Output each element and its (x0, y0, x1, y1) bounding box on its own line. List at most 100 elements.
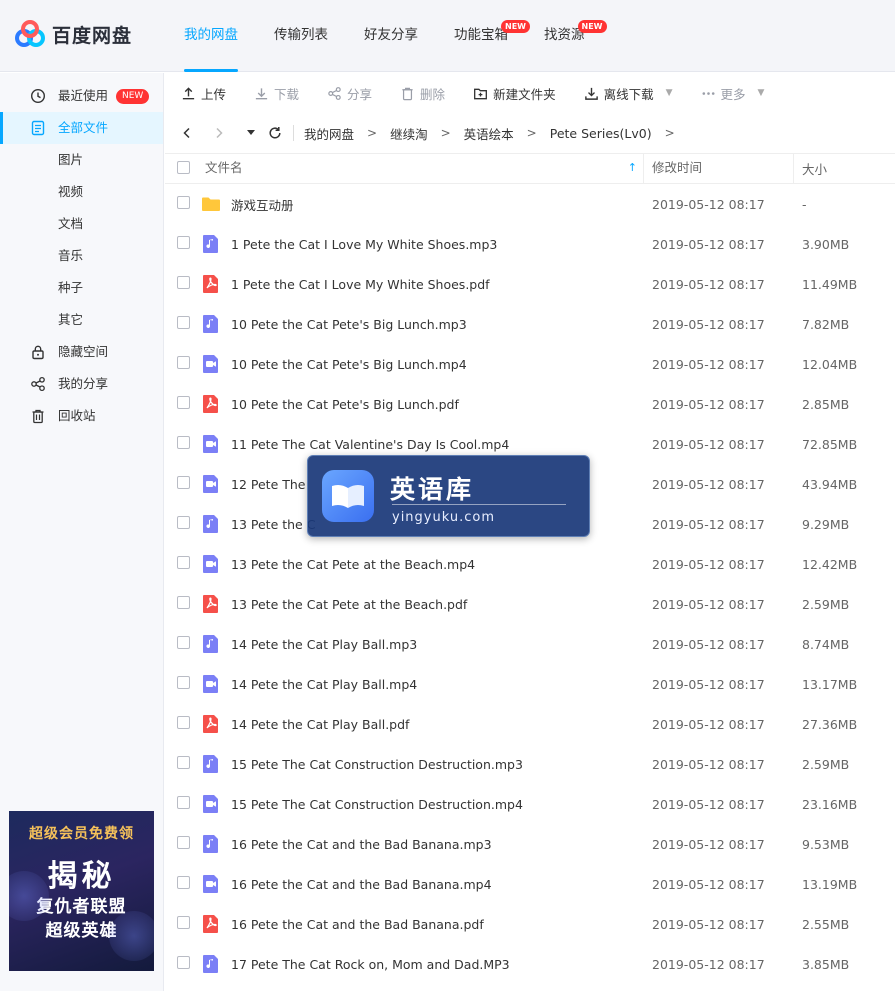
file-name[interactable]: 13 Pete the Cat Pete at the Beach.mp4 (231, 557, 475, 572)
file-name-cell[interactable]: 17 Pete The Cat Rock on, Mom and Dad.MP3 (201, 954, 644, 974)
file-name[interactable]: 11 Pete The Cat Valentine's Day Is Cool.… (231, 437, 509, 452)
file-name[interactable]: 14 Pete the Cat Play Ball.mp3 (231, 637, 417, 652)
sidebar-item-my-share[interactable]: 我的分享 (0, 368, 163, 400)
sidebar-item-videos[interactable]: 视频 (0, 176, 163, 208)
file-row[interactable]: 13 Pete the Cat Pete at the Beach.pdf 201… (165, 584, 895, 624)
sidebar-item-all-files[interactable]: 全部文件 (0, 112, 163, 144)
file-name-cell[interactable]: 16 Pete the Cat and the Bad Banana.mp3 (201, 834, 644, 854)
file-name[interactable]: 16 Pete the Cat and the Bad Banana.mp3 (231, 837, 492, 852)
row-checkbox[interactable] (177, 676, 190, 689)
row-checkbox[interactable] (177, 356, 190, 369)
row-checkbox[interactable] (177, 476, 190, 489)
forward-button[interactable] (211, 125, 227, 141)
row-checkbox[interactable] (177, 796, 190, 809)
row-checkbox[interactable] (177, 196, 190, 209)
column-header-size[interactable]: 大小 (794, 159, 827, 178)
file-name[interactable]: 10 Pete the Cat Pete's Big Lunch.mp3 (231, 317, 467, 332)
history-dropdown[interactable] (243, 125, 259, 141)
row-checkbox[interactable] (177, 316, 190, 329)
row-checkbox[interactable] (177, 236, 190, 249)
column-header-modified-time[interactable]: 修改时间 (644, 153, 794, 184)
promo-banner[interactable]: 超级会员免费领 揭秘 复仇者联盟 超级英雄 (9, 811, 154, 971)
column-header-name[interactable]: 文件名 ↑ (201, 153, 644, 184)
file-row[interactable]: 10 Pete the Cat Pete's Big Lunch.mp3 2019… (165, 304, 895, 344)
delete-button[interactable]: 删除 (400, 84, 445, 103)
upload-button[interactable]: 上传 (181, 84, 226, 103)
file-row[interactable]: 17 Pete The Cat Rock on, Mom and Dad.MP3… (165, 944, 895, 984)
file-row[interactable]: 1 Pete the Cat I Love My White Shoes.pdf… (165, 264, 895, 304)
sidebar-item-others[interactable]: 其它 (0, 304, 163, 336)
file-name[interactable]: 1 Pete the Cat I Love My White Shoes.mp3 (231, 237, 497, 252)
chevron-down-icon[interactable]: ▼ (666, 88, 673, 98)
nav-tab-3[interactable]: 功能宝箱 NEW (436, 0, 530, 72)
file-name[interactable]: 14 Pete the Cat Play Ball.mp4 (231, 677, 417, 692)
row-checkbox[interactable] (177, 756, 190, 769)
file-row[interactable]: 15 Pete The Cat Construction Destruction… (165, 744, 895, 784)
row-checkbox[interactable] (177, 436, 190, 449)
file-name-cell[interactable]: 10 Pete the Cat Pete's Big Lunch.mp3 (201, 314, 644, 334)
sort-ascending-icon[interactable]: ↑ (628, 153, 637, 182)
file-name-cell[interactable]: 15 Pete The Cat Construction Destruction… (201, 754, 644, 774)
file-name[interactable]: 15 Pete The Cat Construction Destruction… (231, 797, 523, 812)
file-name-cell[interactable]: 10 Pete the Cat Pete's Big Lunch.mp4 (201, 354, 644, 374)
file-name[interactable]: 16 Pete the Cat and the Bad Banana.mp4 (231, 877, 492, 892)
refresh-button[interactable] (267, 125, 283, 141)
row-checkbox[interactable] (177, 516, 190, 529)
file-name-cell[interactable]: 13 Pete the Cat Pete at the Beach.mp4 (201, 554, 644, 574)
row-checkbox[interactable] (177, 556, 190, 569)
file-name-cell[interactable]: 16 Pete the Cat and the Bad Banana.pdf (201, 914, 644, 934)
row-checkbox[interactable] (177, 636, 190, 649)
share-button[interactable]: 分享 (327, 84, 372, 103)
row-checkbox[interactable] (177, 956, 190, 969)
file-name[interactable]: 17 Pete The Cat Rock on, Mom and Dad.MP3 (231, 957, 510, 972)
file-name-cell[interactable]: 10 Pete the Cat Pete's Big Lunch.pdf (201, 394, 644, 414)
sidebar-item-torrents[interactable]: 种子 (0, 272, 163, 304)
file-name[interactable]: 10 Pete the Cat Pete's Big Lunch.mp4 (231, 357, 467, 372)
file-name[interactable]: 12 Pete The (231, 477, 305, 492)
sidebar-item-recycle-bin[interactable]: 回收站 (0, 400, 163, 432)
breadcrumb-item[interactable]: 我的网盘 (304, 124, 354, 143)
nav-tab-2[interactable]: 好友分享 (346, 0, 436, 72)
nav-tab-0[interactable]: 我的网盘 (166, 0, 256, 72)
file-row[interactable]: 16 Pete the Cat and the Bad Banana.mp4 20… (165, 864, 895, 904)
file-name[interactable]: 13 Pete the Cat Pete at the Beach.pdf (231, 597, 467, 612)
file-name[interactable]: 游戏互动册 (231, 195, 294, 214)
row-checkbox[interactable] (177, 876, 190, 889)
file-row[interactable]: 游戏互动册 2019-05-12 08:17 - (165, 184, 895, 224)
file-name[interactable]: 14 Pete the Cat Play Ball.pdf (231, 717, 409, 732)
breadcrumb-item[interactable]: Pete Series(Lv0) (550, 126, 652, 141)
file-row[interactable]: 14 Pete the Cat Play Ball.pdf 2019-05-12 … (165, 704, 895, 744)
file-row[interactable]: 10 Pete the Cat Pete's Big Lunch.mp4 2019… (165, 344, 895, 384)
nav-tab-1[interactable]: 传输列表 (256, 0, 346, 72)
download-button[interactable]: 下载 (254, 84, 299, 103)
file-row[interactable]: 15 Pete The Cat Construction Destruction… (165, 784, 895, 824)
file-name-cell[interactable]: 1 Pete the Cat I Love My White Shoes.mp3 (201, 234, 644, 254)
file-name-cell[interactable]: 14 Pete the Cat Play Ball.pdf (201, 714, 644, 734)
sidebar-item-recent[interactable]: 最近使用 NEW (0, 80, 163, 112)
file-name-cell[interactable]: 15 Pete The Cat Construction Destruction… (201, 794, 644, 814)
row-checkbox[interactable] (177, 836, 190, 849)
file-name[interactable]: 15 Pete The Cat Construction Destruction… (231, 757, 523, 772)
row-checkbox[interactable] (177, 396, 190, 409)
file-row[interactable]: 16 Pete the Cat and the Bad Banana.pdf 20… (165, 904, 895, 944)
file-row[interactable]: 14 Pete the Cat Play Ball.mp3 2019-05-12 … (165, 624, 895, 664)
file-name-cell[interactable]: 11 Pete The Cat Valentine's Day Is Cool.… (201, 434, 644, 454)
file-name-cell[interactable]: 14 Pete the Cat Play Ball.mp4 (201, 674, 644, 694)
file-name-cell[interactable]: 13 Pete the Cat Pete at the Beach.pdf (201, 594, 644, 614)
more-button[interactable]: 更多 ▼ (701, 84, 764, 103)
breadcrumb-item[interactable]: 英语绘本 (464, 124, 514, 143)
breadcrumb-item[interactable]: 继续淘 (390, 124, 428, 143)
sidebar-item-documents[interactable]: 文档 (0, 208, 163, 240)
file-name-cell[interactable]: 游戏互动册 (201, 194, 644, 214)
row-checkbox[interactable] (177, 716, 190, 729)
row-checkbox[interactable] (177, 916, 190, 929)
select-all-checkbox[interactable] (177, 160, 190, 174)
file-name[interactable]: 10 Pete the Cat Pete's Big Lunch.pdf (231, 397, 459, 412)
file-row[interactable]: 14 Pete the Cat Play Ball.mp4 2019-05-12 … (165, 664, 895, 704)
sidebar-item-pictures[interactable]: 图片 (0, 144, 163, 176)
sidebar-item-music[interactable]: 音乐 (0, 240, 163, 272)
file-row[interactable]: 13 Pete the Cat Pete at the Beach.mp4 201… (165, 544, 895, 584)
file-row[interactable]: 16 Pete the Cat and the Bad Banana.mp3 20… (165, 824, 895, 864)
back-button[interactable] (179, 125, 195, 141)
row-checkbox[interactable] (177, 596, 190, 609)
